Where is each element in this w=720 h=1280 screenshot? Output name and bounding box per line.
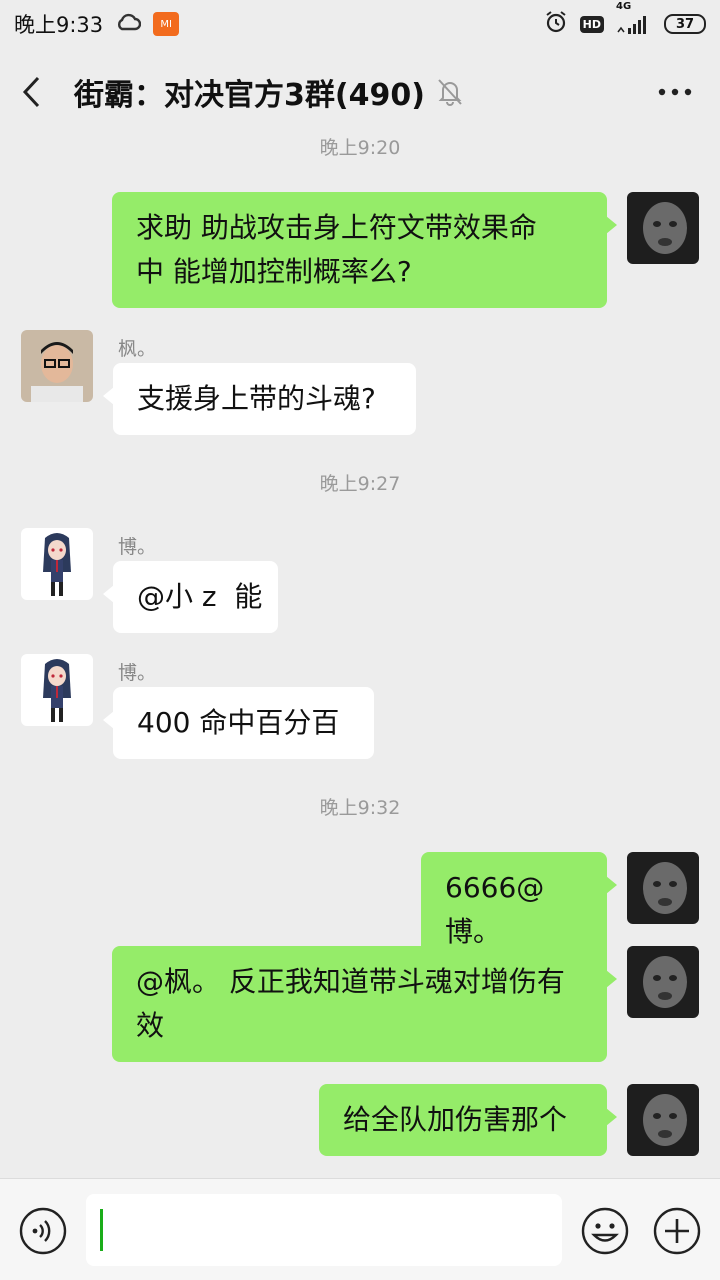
message-line: 效 — [136, 1009, 165, 1042]
message-line: 支援身上带的斗魂? — [137, 382, 376, 415]
message-line: 400 命中百分百 — [137, 706, 340, 739]
status-bar: 晚上9:33 MI HD 4G 37 — [0, 0, 720, 48]
text-caret — [100, 1209, 103, 1251]
signal-icon: 4G — [616, 1, 652, 35]
my-avatar[interactable] — [627, 946, 699, 1018]
battery-icon: 37 — [664, 14, 706, 34]
network-label: 4G — [616, 1, 632, 12]
message-bubble[interactable]: 求助 助战攻击身上符文带效果命 中 能增加控制概率么? — [112, 192, 617, 308]
my-avatar[interactable] — [627, 852, 699, 924]
sender-name: 博。 — [118, 662, 157, 684]
alarm-icon — [544, 10, 568, 39]
smiley-icon — [581, 1207, 629, 1255]
message-bubble[interactable]: 400 命中百分百 — [103, 687, 374, 759]
sender-avatar[interactable] — [21, 528, 93, 600]
more-functions-button[interactable] — [652, 1206, 702, 1256]
mute-bell-icon — [437, 76, 465, 108]
message-bubble[interactable]: 支援身上带的斗魂? — [103, 363, 416, 435]
message-line: 6666@博。 — [445, 871, 545, 948]
voice-input-button[interactable] — [18, 1206, 68, 1256]
status-time: 晚上9:33 — [14, 13, 104, 37]
back-button[interactable] — [20, 62, 60, 122]
message-bubble[interactable]: @小 z 能 — [103, 561, 278, 633]
sender-name: 枫。 — [118, 338, 157, 360]
message-line: 中 能增加控制概率么? — [136, 255, 412, 288]
voice-icon — [19, 1207, 67, 1255]
message-line: 给全队加伤害那个 — [343, 1103, 568, 1136]
sender-avatar[interactable] — [21, 330, 93, 402]
chevron-left-icon — [22, 76, 40, 108]
input-bar — [0, 1178, 720, 1280]
emoji-button[interactable] — [580, 1206, 630, 1256]
message-bubble[interactable]: 给全队加伤害那个 — [319, 1084, 617, 1156]
cloud-icon — [115, 12, 142, 36]
message-line: @小 z 能 — [137, 580, 263, 613]
hd-badge: HD — [579, 15, 604, 33]
chat-header: 街霸：对决官方3群(490) — [0, 48, 720, 136]
more-options-button[interactable] — [650, 67, 700, 117]
message-line: 求助 助战攻击身上符文带效果命 — [136, 211, 537, 244]
timestamp: 晚上9:27 — [319, 473, 401, 495]
my-avatar[interactable] — [627, 192, 699, 264]
timestamp: 晚上9:32 — [319, 797, 401, 819]
timestamp: 晚上9:20 — [319, 137, 401, 159]
message-bubble[interactable]: @枫。 反正我知道带斗魂对增伤有 效 — [112, 946, 617, 1062]
more-dots-icon — [658, 88, 692, 96]
message-line: @枫。 反正我知道带斗魂对增伤有 — [136, 965, 565, 998]
plus-icon — [653, 1207, 701, 1255]
sender-name: 博。 — [118, 536, 157, 558]
sender-avatar[interactable] — [21, 654, 93, 726]
my-avatar[interactable] — [627, 1084, 699, 1156]
chat-title: 街霸：对决官方3群(490) — [74, 78, 425, 113]
mi-app-icon: MI — [153, 12, 180, 36]
message-input[interactable] — [86, 1194, 562, 1266]
